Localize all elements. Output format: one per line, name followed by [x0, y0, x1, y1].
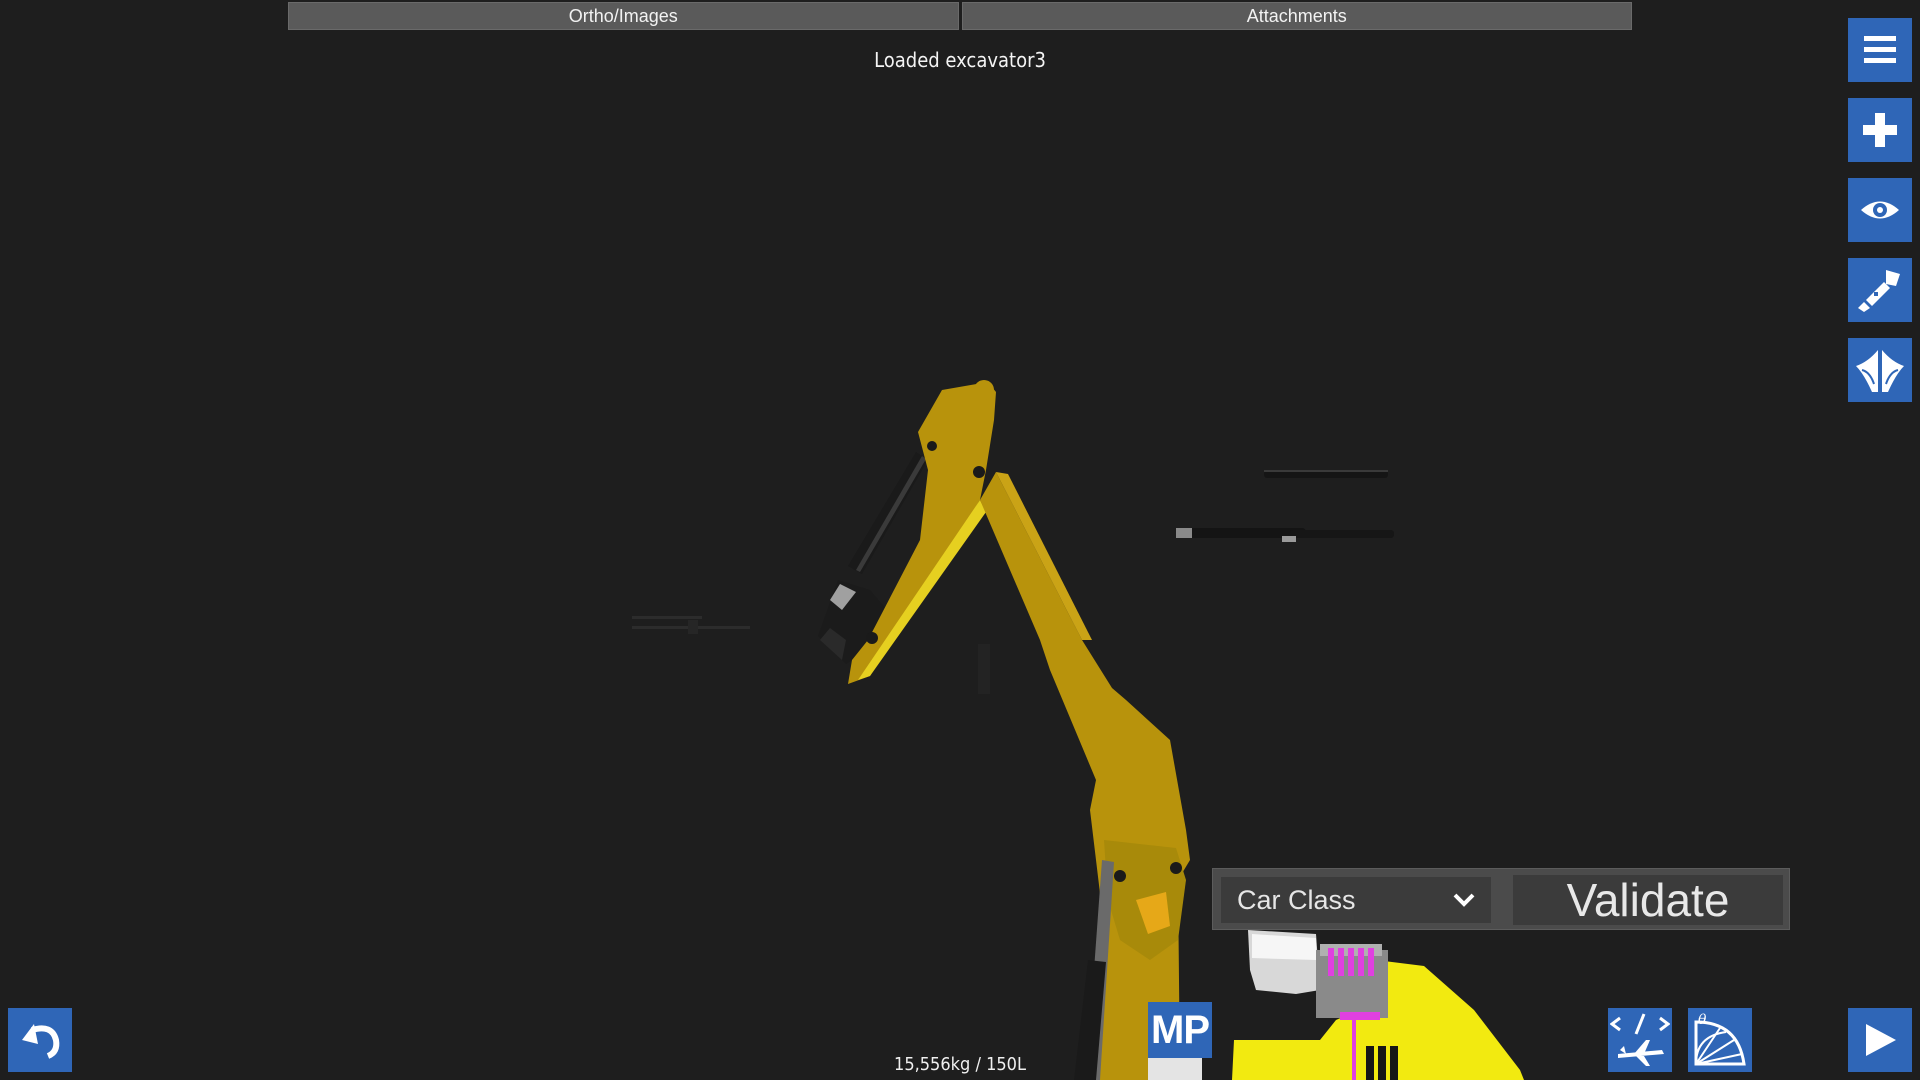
hamburger-menu-icon	[1864, 36, 1896, 63]
angle-gauge-button[interactable]: θ	[1688, 1008, 1752, 1072]
symmetry-button[interactable]	[1848, 338, 1912, 402]
validation-panel: Car Class Validate	[1212, 868, 1790, 930]
menu-button[interactable]	[1848, 18, 1912, 82]
svg-text:θ: θ	[1698, 1012, 1707, 1028]
tab-attachments[interactable]: Attachments	[961, 2, 1632, 30]
class-dropdown-value: Car Class	[1237, 884, 1356, 915]
add-part-button[interactable]	[1848, 98, 1912, 162]
plus-icon	[1863, 113, 1897, 147]
paint-brush-icon	[1858, 270, 1900, 312]
mass-properties-button[interactable]: MP	[1148, 1002, 1212, 1058]
angle-gauge-icon: θ	[1694, 1012, 1746, 1066]
code-aircraft-icon	[1610, 1013, 1670, 1066]
excavator-arm[interactable]	[818, 380, 1190, 1080]
symmetry-wings-icon	[1856, 350, 1904, 392]
code-aircraft-button[interactable]	[1608, 1008, 1672, 1072]
paint-button[interactable]	[1848, 258, 1912, 322]
undo-icon	[22, 1024, 60, 1059]
loose-part-rod[interactable]	[978, 644, 990, 694]
mass-fuel-readout: 15,556kg / 150L	[894, 1054, 1026, 1075]
eye-icon	[1861, 201, 1899, 219]
loose-cylinder-lower[interactable]	[1176, 528, 1394, 542]
tab-ortho-images[interactable]: Ortho/Images	[288, 2, 959, 30]
validate-button[interactable]: Validate	[1513, 874, 1783, 926]
play-icon	[1866, 1024, 1896, 1056]
status-message: Loaded excavator3	[874, 48, 1046, 72]
play-button[interactable]	[1848, 1008, 1912, 1072]
class-dropdown[interactable]: Car Class	[1221, 877, 1491, 923]
undo-button[interactable]	[8, 1008, 72, 1072]
loose-cylinder-upper[interactable]	[1264, 470, 1388, 478]
chevron-down-icon	[1453, 893, 1475, 907]
top-tab-bar: Ortho/Images Attachments	[288, 2, 1632, 30]
view-button[interactable]	[1848, 178, 1912, 242]
loose-part-left[interactable]	[632, 616, 750, 634]
